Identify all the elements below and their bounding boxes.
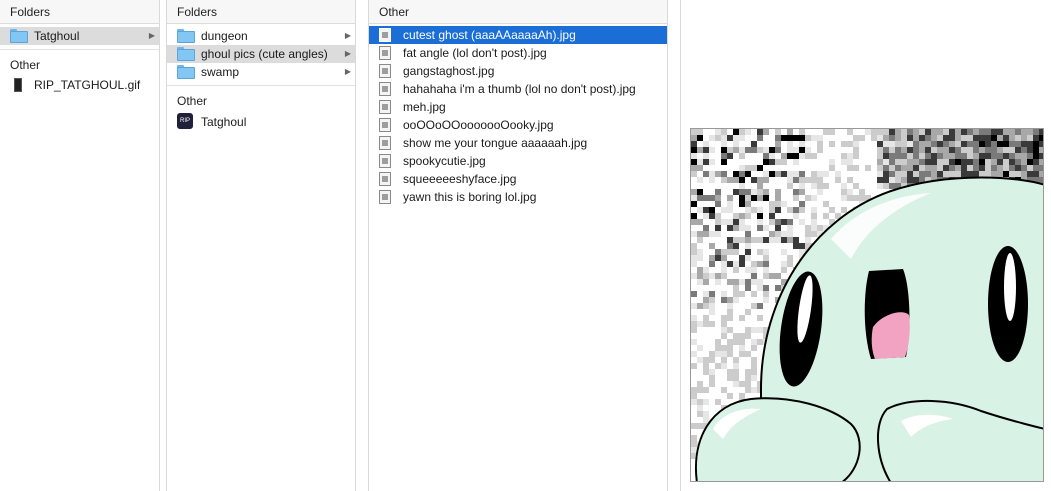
image-file-icon [379,172,391,186]
chevron-right-icon: ▶ [344,49,351,58]
gif-file-icon [14,78,22,92]
folder-label: swamp [201,65,240,79]
folder-icon [177,47,195,61]
column-root: Folders Tatghoul ▶ Other RIP_TATGHOUL.gi… [0,0,160,491]
file-label: yawn this is boring lol.jpg [403,190,537,204]
file-item[interactable]: gangstaghost.jpg [369,62,667,80]
column-header-folders: Folders [167,0,355,24]
file-label: show me your tongue aaaaaah.jpg [403,136,588,150]
file-label: ooOOoOOooooooOooky.jpg [403,118,554,132]
folder-item-ghoul-pics[interactable]: ghoul pics (cute angles) ▶ [167,45,355,63]
app-item-tatghoul[interactable]: RIP Tatghoul [167,112,355,132]
folder-icon [177,29,195,43]
image-file-icon [379,46,391,60]
image-file-icon [379,154,391,168]
file-label: spookycutie.jpg [403,154,486,168]
folder-icon [10,29,28,43]
image-file-icon [379,82,391,96]
image-file-icon [379,28,391,42]
file-item[interactable]: yawn this is boring lol.jpg [369,188,667,206]
image-file-icon [379,64,391,78]
chevron-right-icon: ▶ [344,31,351,40]
section-header-other: Other [177,94,208,108]
file-item[interactable]: spookycutie.jpg [369,152,667,170]
file-label: hahahaha i'm a thumb (lol no don't post)… [403,82,636,96]
file-item[interactable]: cutest ghost (aaaAAaaaaAh).jpg [369,26,667,44]
file-label: fat angle (lol don't post).jpg [403,46,547,60]
file-label: squeeeeeshyface.jpg [403,172,517,186]
divider [167,85,355,86]
image-file-icon [379,118,391,132]
column-header-folders: Folders [0,0,159,24]
section-header-other: Other [10,58,41,72]
file-label: cutest ghost (aaaAAaaaaAh).jpg [403,28,576,42]
folder-label: ghoul pics (cute angles) [201,47,328,61]
file-item[interactable]: fat angle (lol don't post).jpg [369,44,667,62]
file-item[interactable]: hahahaha i'm a thumb (lol no don't post)… [369,80,667,98]
file-item[interactable]: ooOOoOOooooooOooky.jpg [369,116,667,134]
image-file-icon [379,190,391,204]
file-item-rip-tatghoul-gif[interactable]: RIP_TATGHOUL.gif [0,76,159,94]
folder-item-tatghoul[interactable]: Tatghoul ▶ [0,27,159,45]
chevron-right-icon: ▶ [344,67,351,76]
file-label: RIP_TATGHOUL.gif [34,78,141,92]
file-item[interactable]: squeeeeeshyface.jpg [369,170,667,188]
column-ghoul-pics: Other cutest ghost (aaaAAaaaaAh).jpg fat… [368,0,668,491]
image-file-icon [379,136,391,150]
image-file-icon [379,100,391,114]
file-item[interactable]: meh.jpg [369,98,667,116]
column-tatghoul: Folders dungeon ▶ ghoul pics (cute angle… [166,0,356,491]
file-label: meh.jpg [403,100,446,114]
folder-item-swamp[interactable]: swamp ▶ [167,63,355,81]
file-item[interactable]: show me your tongue aaaaaah.jpg [369,134,667,152]
image-preview [690,128,1044,482]
ghost-illustration [691,129,1043,481]
column-header-other: Other [369,0,667,24]
folder-label: Tatghoul [34,29,80,43]
folder-icon [177,65,195,79]
app-label: Tatghoul [201,115,247,129]
app-icon: RIP [177,113,193,129]
folder-label: dungeon [201,29,248,43]
folder-item-dungeon[interactable]: dungeon ▶ [167,27,355,45]
chevron-right-icon: ▶ [148,31,155,40]
divider [0,49,159,50]
file-label: gangstaghost.jpg [403,64,495,78]
